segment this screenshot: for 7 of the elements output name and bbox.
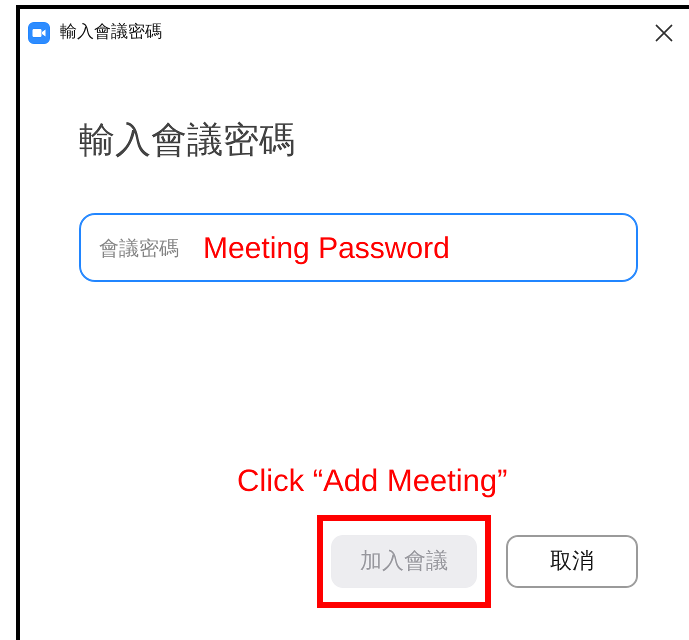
annotation-text: Meeting Password [203,231,450,267]
video-camera-icon [28,22,50,44]
close-icon[interactable] [655,24,673,42]
window-title: 輸入會議密碼 [60,21,162,44]
cancel-button[interactable]: 取消 [506,534,638,588]
dialog-heading: 輸入會議密碼 [79,123,296,159]
instruction-text: Click “Add Meeting” [237,463,508,498]
